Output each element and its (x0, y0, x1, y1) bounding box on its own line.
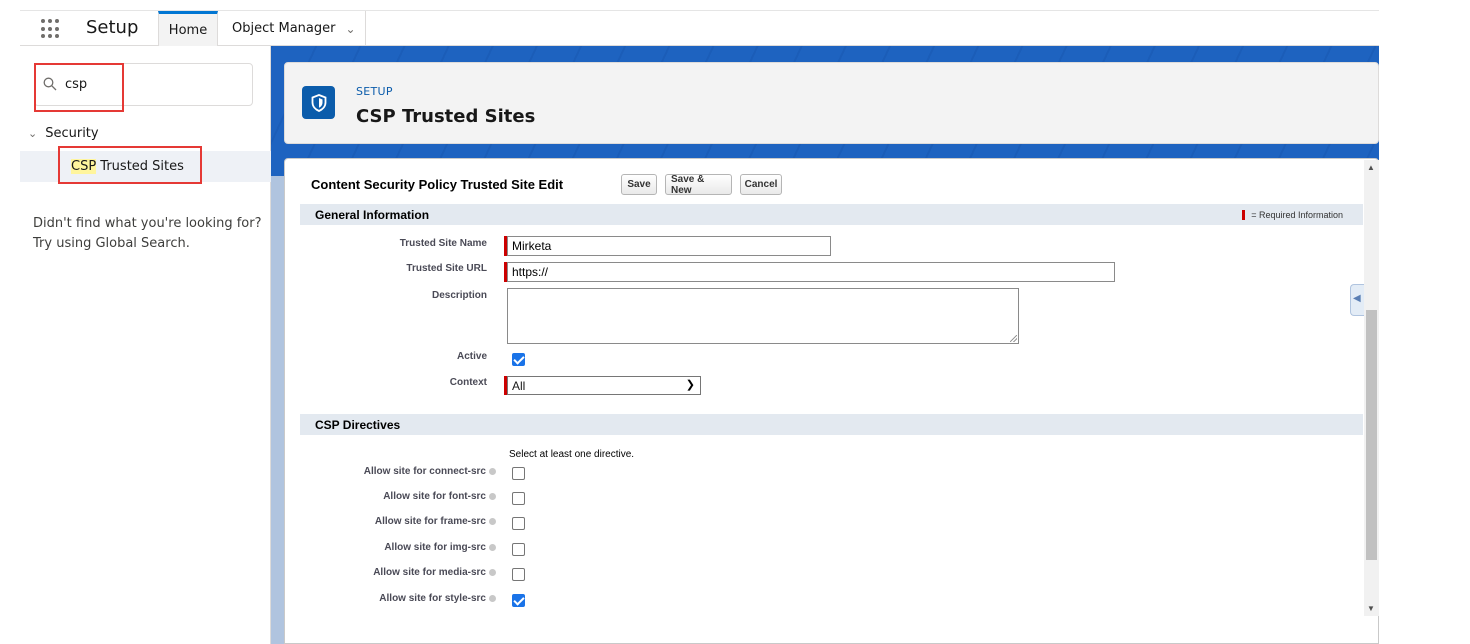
directive-checkbox-font-src[interactable] (512, 492, 525, 505)
directive-label-text: Allow site for frame-src (374, 516, 486, 527)
global-search-hint: Try using Global Search. (33, 236, 190, 251)
directive-label: Allow site for media-src (325, 567, 496, 578)
directive-checkbox-connect-src[interactable] (512, 467, 525, 480)
help-icon[interactable] (489, 467, 496, 475)
directive-label-text: Allow site for img-src (384, 542, 486, 553)
page-eyebrow: SETUP (356, 85, 393, 98)
not-found-line-1: Didn't find what you're looking for? (33, 216, 262, 231)
directive-label: Allow site for img-src (325, 542, 496, 553)
context-select[interactable]: All ❯ (507, 376, 701, 395)
shield-icon (302, 86, 335, 119)
edit-form-card: Content Security Policy Trusted Site Edi… (284, 158, 1379, 644)
save-button[interactable]: Save (621, 174, 657, 195)
directive-checkbox-img-src[interactable] (512, 543, 525, 556)
tab-object-manager[interactable]: Object Manager ⌄ (224, 11, 366, 46)
directive-label: Allow site for style-src (325, 593, 496, 604)
app-name: Setup (86, 17, 139, 38)
help-icon[interactable] (489, 543, 496, 551)
collapse-panel-tab[interactable]: ◀ (1350, 284, 1364, 316)
directive-label: Allow site for connect-src (325, 466, 496, 477)
help-icon[interactable] (489, 492, 496, 500)
form-title: Content Security Policy Trusted Site Edi… (311, 177, 564, 192)
setup-sidebar: csp ⌄ Security CSP Trusted Sites Didn't … (20, 46, 271, 644)
trusted-site-url-label: Trusted Site URL (406, 263, 487, 274)
resize-handle-icon[interactable] (1010, 335, 1017, 342)
section-title: General Information (315, 208, 430, 222)
active-checkbox[interactable] (512, 353, 525, 366)
context-select-value: All (512, 379, 526, 393)
tab-home-label: Home (168, 22, 208, 38)
chevron-down-icon: ❯ (685, 379, 695, 391)
help-icon[interactable] (489, 517, 496, 525)
directive-label-text: Allow site for font-src (383, 491, 486, 502)
required-legend-text: = Required Information (1251, 210, 1343, 220)
app-launcher-icon[interactable] (41, 19, 61, 39)
trusted-site-name-label: Trusted Site Name (399, 238, 487, 249)
scroll-up-icon[interactable]: ▲ (1367, 163, 1375, 172)
section-title: CSP Directives (315, 418, 401, 432)
scrollbar[interactable]: ▲ ▼ (1364, 160, 1379, 616)
scrollbar-thumb[interactable] (1366, 310, 1377, 560)
directive-hint: Select at least one directive. (509, 449, 635, 460)
directive-label: Allow site for font-src (325, 491, 496, 502)
scroll-down-icon[interactable]: ▼ (1367, 604, 1375, 613)
tree-item-security-label: Security (45, 126, 99, 141)
description-textarea[interactable] (507, 288, 1019, 344)
page-header: SETUP CSP Trusted Sites (284, 62, 1379, 144)
description-label: Description (431, 290, 487, 301)
tab-object-manager-label: Object Manager (232, 21, 336, 36)
not-found-help-text: Didn't find what you're looking for? Try… (33, 214, 262, 254)
directive-label: Allow site for frame-src (325, 516, 496, 527)
directive-checkbox-style-src[interactable] (512, 594, 525, 607)
section-csp-directives: CSP Directives (300, 414, 1363, 435)
help-icon[interactable] (489, 568, 496, 576)
chevron-left-icon: ◀ (1353, 293, 1361, 304)
global-nav-bar: Setup Home Object Manager ⌄ (20, 10, 1379, 46)
annotation-box-search (34, 63, 124, 112)
chevron-down-icon[interactable]: ⌄ (28, 127, 37, 140)
section-general-information: General Information = Required Informati… (300, 204, 1363, 225)
directive-label-text: Allow site for connect-src (363, 466, 486, 477)
page-title: CSP Trusted Sites (356, 106, 536, 127)
context-label: Context (449, 377, 487, 388)
directive-label-text: Allow site for media-src (373, 567, 486, 578)
required-marker (1242, 210, 1246, 220)
directive-label-text: Allow site for style-src (379, 593, 486, 604)
directive-checkbox-frame-src[interactable] (512, 517, 525, 530)
tab-home[interactable]: Home (158, 11, 218, 46)
help-icon[interactable] (489, 594, 496, 602)
required-legend: = Required Information (1242, 210, 1343, 220)
active-label: Active (456, 351, 487, 362)
chevron-down-icon[interactable]: ⌄ (345, 22, 355, 36)
trusted-site-name-input[interactable]: Mirketa (507, 236, 831, 256)
cancel-button[interactable]: Cancel (740, 174, 782, 195)
tree-item-security[interactable]: ⌄ Security (28, 126, 99, 141)
trusted-site-url-input[interactable]: https:// (507, 262, 1115, 282)
annotation-box-csp (58, 146, 202, 184)
directive-checkbox-media-src[interactable] (512, 568, 525, 581)
save-and-new-button[interactable]: Save & New (665, 174, 732, 196)
